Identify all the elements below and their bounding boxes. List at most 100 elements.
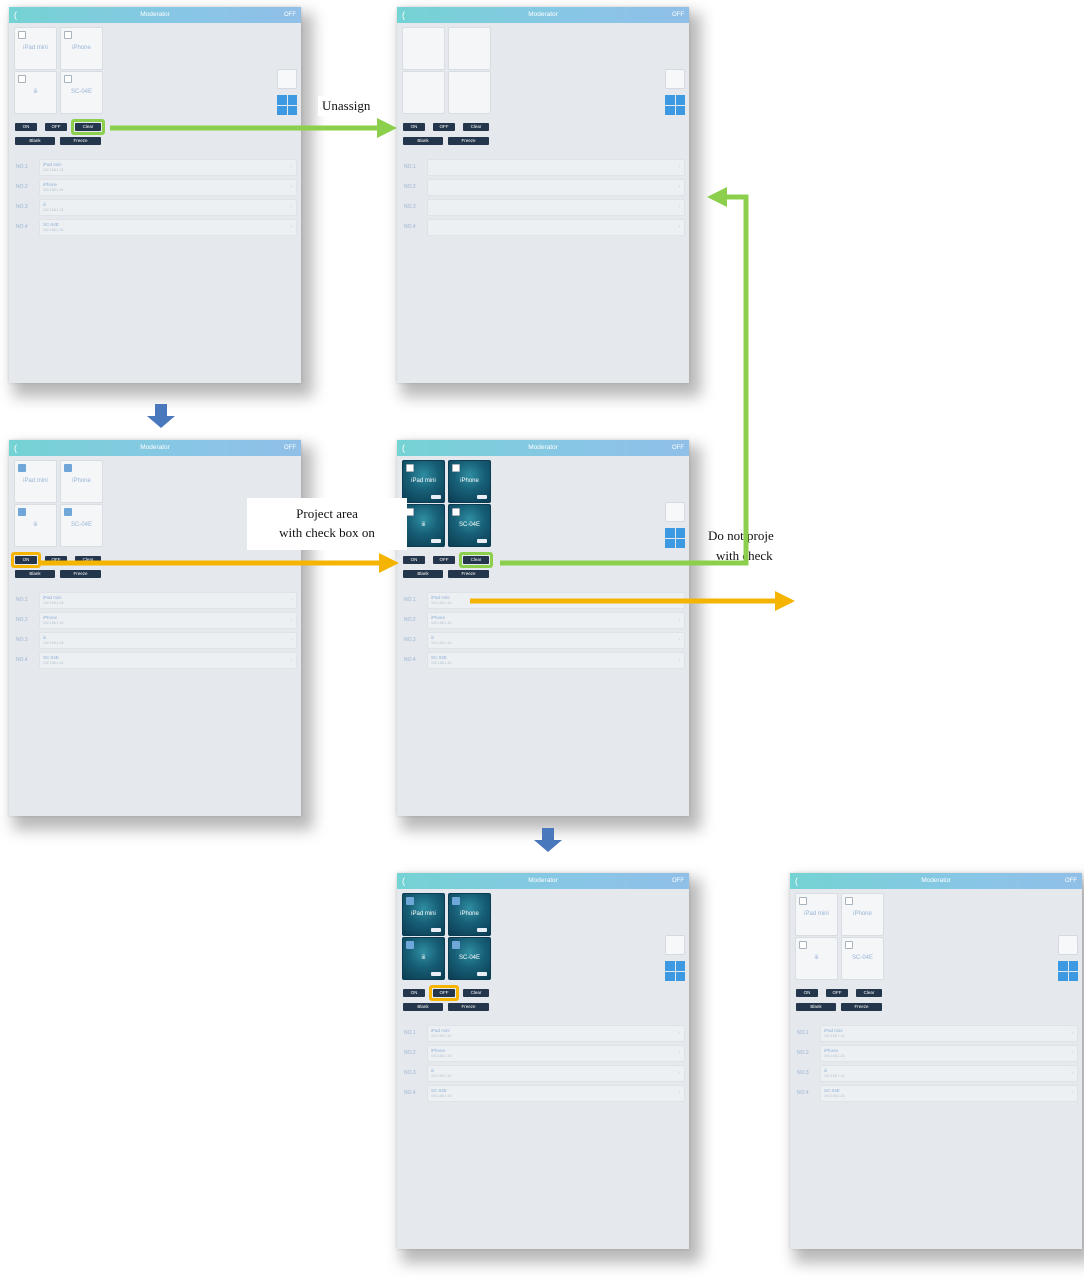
projection-tile[interactable]: [402, 71, 445, 114]
status-toggle[interactable]: OFF: [284, 10, 296, 20]
quad-layout-icon[interactable]: [665, 528, 685, 548]
tile-checkbox[interactable]: [406, 508, 414, 516]
on-button[interactable]: ON: [403, 123, 425, 131]
tile-checkbox[interactable]: [406, 464, 414, 472]
status-toggle[interactable]: OFF: [284, 443, 296, 453]
tile-checkbox[interactable]: [406, 897, 414, 905]
tile-checkbox[interactable]: [452, 508, 460, 516]
device-row[interactable]: iPad mini 192.168.1.16 ›: [39, 592, 297, 609]
single-layout-icon[interactable]: [665, 69, 685, 89]
tile-checkbox[interactable]: [452, 464, 460, 472]
on-button[interactable]: ON: [403, 989, 425, 997]
device-row[interactable]: iPhone 192.168.1.16 ›: [39, 612, 297, 629]
freeze-button[interactable]: Freeze: [448, 1003, 489, 1011]
device-row[interactable]: ›: [427, 199, 685, 216]
projection-tile[interactable]: iPhone: [448, 460, 491, 503]
status-toggle[interactable]: OFF: [672, 443, 684, 453]
freeze-button[interactable]: Freeze: [448, 570, 489, 578]
off-button[interactable]: OFF: [433, 123, 455, 131]
projection-tile[interactable]: iPhone: [60, 27, 103, 70]
quad-layout-icon[interactable]: [1058, 961, 1078, 981]
projection-tile[interactable]: [402, 27, 445, 70]
projection-tile[interactable]: iii: [402, 504, 445, 547]
projection-tile[interactable]: iPad mini: [402, 460, 445, 503]
off-button[interactable]: OFF: [826, 989, 848, 997]
projection-tile[interactable]: iii: [14, 504, 57, 547]
freeze-button[interactable]: Freeze: [60, 137, 101, 145]
projection-tile[interactable]: SC-04E: [60, 504, 103, 547]
device-row[interactable]: iPad mini 192.168.1.16 ›: [427, 592, 685, 609]
tile-checkbox[interactable]: [64, 464, 72, 472]
projection-tile[interactable]: iPad mini: [402, 893, 445, 936]
device-row[interactable]: ›: [427, 159, 685, 176]
projection-tile[interactable]: SC-04E: [448, 504, 491, 547]
tile-checkbox[interactable]: [452, 897, 460, 905]
projection-tile[interactable]: iPad mini: [14, 27, 57, 70]
projection-tile[interactable]: iPhone: [60, 460, 103, 503]
projection-tile[interactable]: SC-04E: [60, 71, 103, 114]
device-row[interactable]: SC-04E 192.168.1.16 ›: [39, 652, 297, 669]
projection-tile[interactable]: [448, 71, 491, 114]
tile-checkbox[interactable]: [452, 941, 460, 949]
quad-layout-icon[interactable]: [277, 95, 297, 115]
single-layout-icon[interactable]: [665, 935, 685, 955]
tile-checkbox[interactable]: [64, 508, 72, 516]
status-toggle[interactable]: OFF: [672, 10, 684, 20]
projection-tile[interactable]: SC-04E: [448, 937, 491, 980]
single-layout-icon[interactable]: [277, 69, 297, 89]
blank-button[interactable]: Blank: [403, 137, 443, 145]
tile-checkbox[interactable]: [406, 941, 414, 949]
device-row[interactable]: iPhone 192.168.1.16 ›: [820, 1045, 1078, 1062]
projection-tile[interactable]: iPhone: [841, 893, 884, 936]
tile-checkbox[interactable]: [799, 897, 807, 905]
device-row[interactable]: iii 192.168.1.16 ›: [427, 632, 685, 649]
tile-checkbox[interactable]: [845, 941, 853, 949]
device-row[interactable]: iPhone 192.168.1.16 ›: [427, 612, 685, 629]
on-button[interactable]: ON: [15, 123, 37, 131]
projection-tile[interactable]: iPhone: [448, 893, 491, 936]
blank-button[interactable]: Blank: [403, 570, 443, 578]
quad-layout-icon[interactable]: [665, 961, 685, 981]
device-row[interactable]: SC-04E 192.168.1.16 ›: [820, 1085, 1078, 1102]
projection-tile[interactable]: SC-04E: [841, 937, 884, 980]
single-layout-icon[interactable]: [1058, 935, 1078, 955]
device-row[interactable]: iPad mini 192.168.1.16 ›: [39, 159, 297, 176]
device-row[interactable]: SC-04E 192.168.1.16 ›: [427, 1085, 685, 1102]
tile-checkbox[interactable]: [18, 31, 26, 39]
single-layout-icon[interactable]: [665, 502, 685, 522]
clear-button[interactable]: Clear: [463, 989, 489, 997]
tile-checkbox[interactable]: [18, 508, 26, 516]
status-toggle[interactable]: OFF: [1065, 876, 1077, 886]
device-row[interactable]: iPad mini 192.168.1.16 ›: [427, 1025, 685, 1042]
device-row[interactable]: SC-04E 192.168.1.16 ›: [427, 652, 685, 669]
device-row[interactable]: iii 192.168.1.16 ›: [820, 1065, 1078, 1082]
device-row[interactable]: iii 192.168.1.16 ›: [39, 632, 297, 649]
off-button[interactable]: OFF: [45, 556, 67, 564]
projection-tile[interactable]: iii: [795, 937, 838, 980]
device-row[interactable]: iPad mini 192.168.1.16 ›: [820, 1025, 1078, 1042]
blank-button[interactable]: Blank: [15, 137, 55, 145]
off-button[interactable]: OFF: [45, 123, 67, 131]
projection-tile[interactable]: [448, 27, 491, 70]
device-row[interactable]: ›: [427, 219, 685, 236]
tile-checkbox[interactable]: [799, 941, 807, 949]
clear-button[interactable]: Clear: [856, 989, 882, 997]
device-row[interactable]: iPhone 192.168.1.16 ›: [427, 1045, 685, 1062]
tile-checkbox[interactable]: [845, 897, 853, 905]
clear-button[interactable]: Clear: [463, 123, 489, 131]
device-row[interactable]: iPhone 192.168.1.16 ›: [39, 179, 297, 196]
tile-checkbox[interactable]: [18, 75, 26, 83]
projection-tile[interactable]: iii: [14, 71, 57, 114]
projection-tile[interactable]: iPad mini: [795, 893, 838, 936]
blank-button[interactable]: Blank: [15, 570, 55, 578]
blank-button[interactable]: Blank: [403, 1003, 443, 1011]
off-button[interactable]: OFF: [433, 556, 455, 564]
freeze-button[interactable]: Freeze: [841, 1003, 882, 1011]
device-row[interactable]: iii 192.168.1.16 ›: [427, 1065, 685, 1082]
quad-layout-icon[interactable]: [665, 95, 685, 115]
device-row[interactable]: ›: [427, 179, 685, 196]
blank-button[interactable]: Blank: [796, 1003, 836, 1011]
tile-checkbox[interactable]: [64, 31, 72, 39]
on-button[interactable]: ON: [403, 556, 425, 564]
on-button[interactable]: ON: [796, 989, 818, 997]
